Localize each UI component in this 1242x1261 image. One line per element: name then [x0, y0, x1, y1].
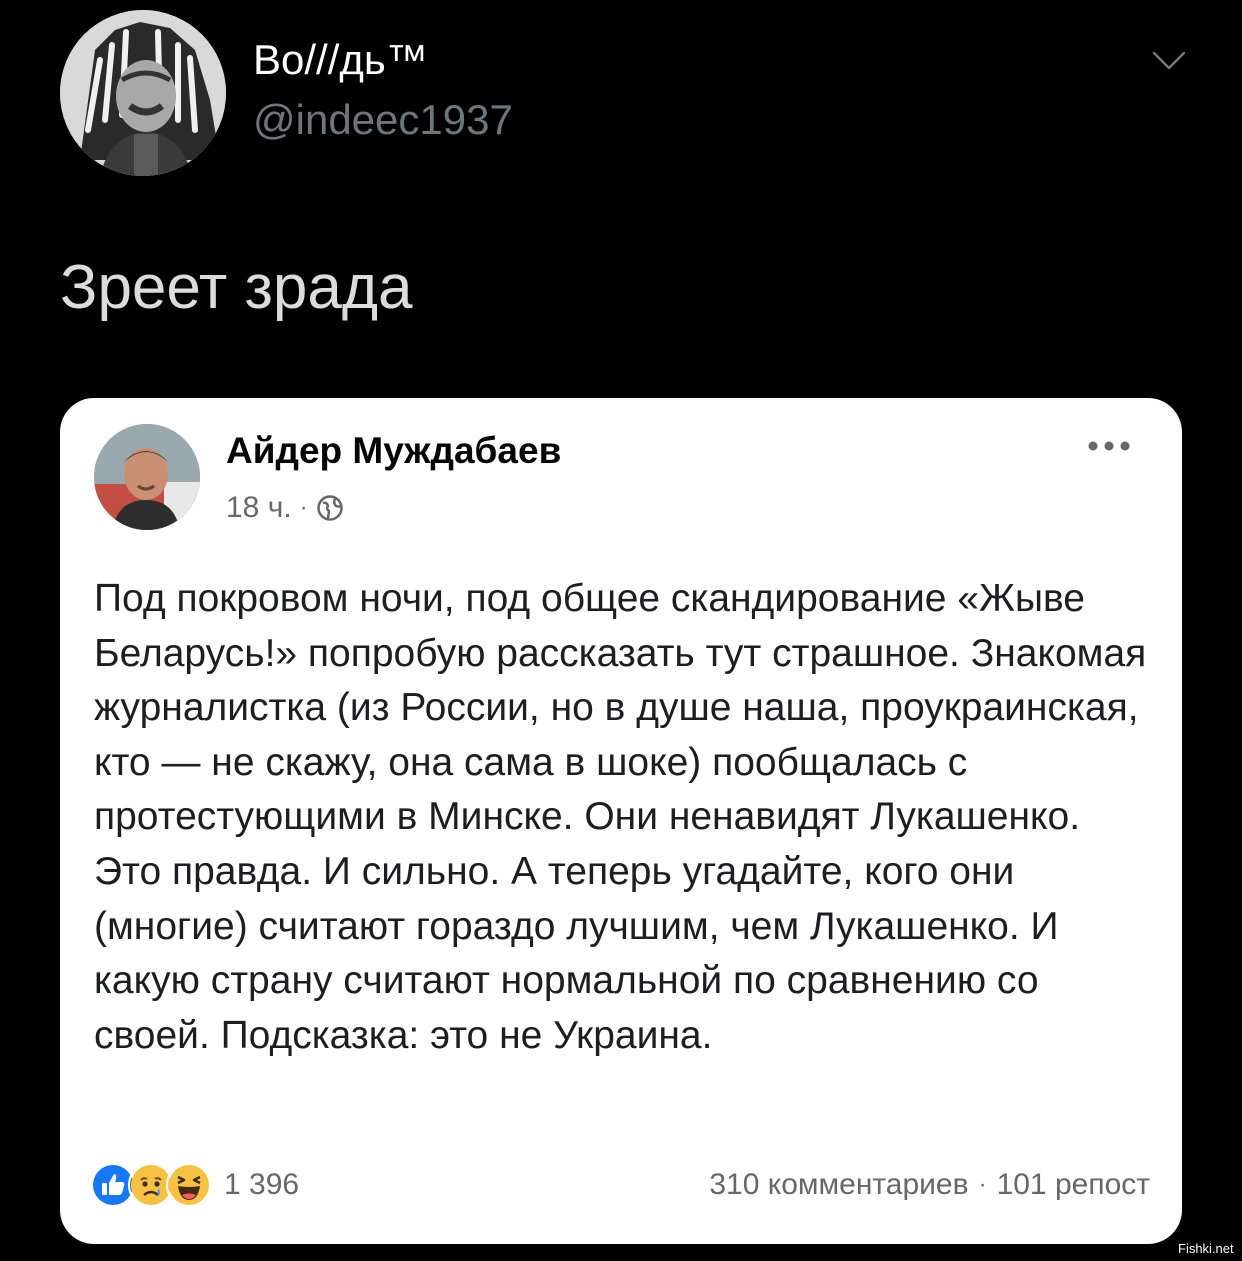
facebook-post-card: Айдер Муждабаев 18 ч. · Под покровом ноч… [60, 398, 1182, 1244]
post-meta: 18 ч. · [226, 488, 344, 528]
stats-separator: · [978, 1171, 987, 1198]
globe-icon[interactable] [316, 494, 344, 522]
site-watermark: Fishki.net [1178, 1241, 1234, 1256]
facebook-author-avatar[interactable] [94, 424, 200, 530]
shares-count-link[interactable]: 101 репост [997, 1168, 1150, 1202]
post-stats: 310 комментариев · 101 репост [709, 1168, 1150, 1202]
tweet-author-avatar[interactable] [60, 10, 226, 176]
chevron-down-icon[interactable] [1152, 50, 1186, 72]
post-body-text: Под покровом ночи, под общее скандирован… [94, 577, 1147, 1057]
post-footer: 1 396 310 комментариев · 101 репост [90, 1162, 1150, 1208]
tweet-text: Зреет зрада [60, 253, 413, 322]
tweet-author-name[interactable]: Во///дь™ [253, 36, 428, 84]
reactions-summary[interactable]: 1 396 [90, 1162, 299, 1208]
reactions-count: 1 396 [224, 1168, 300, 1201]
avatar-photo-icon [60, 10, 226, 176]
post-timestamp[interactable]: 18 ч. [226, 491, 292, 525]
avatar-photo-icon [94, 424, 200, 530]
tweet-author-handle[interactable]: @indeec1937 [253, 96, 513, 144]
more-dots-icon[interactable] [1084, 434, 1134, 458]
comments-count-link[interactable]: 310 комментариев [709, 1168, 968, 1202]
haha-reaction-icon [166, 1162, 212, 1208]
meta-separator: · [299, 494, 308, 521]
facebook-author-name[interactable]: Айдер Муждабаев [226, 428, 561, 474]
